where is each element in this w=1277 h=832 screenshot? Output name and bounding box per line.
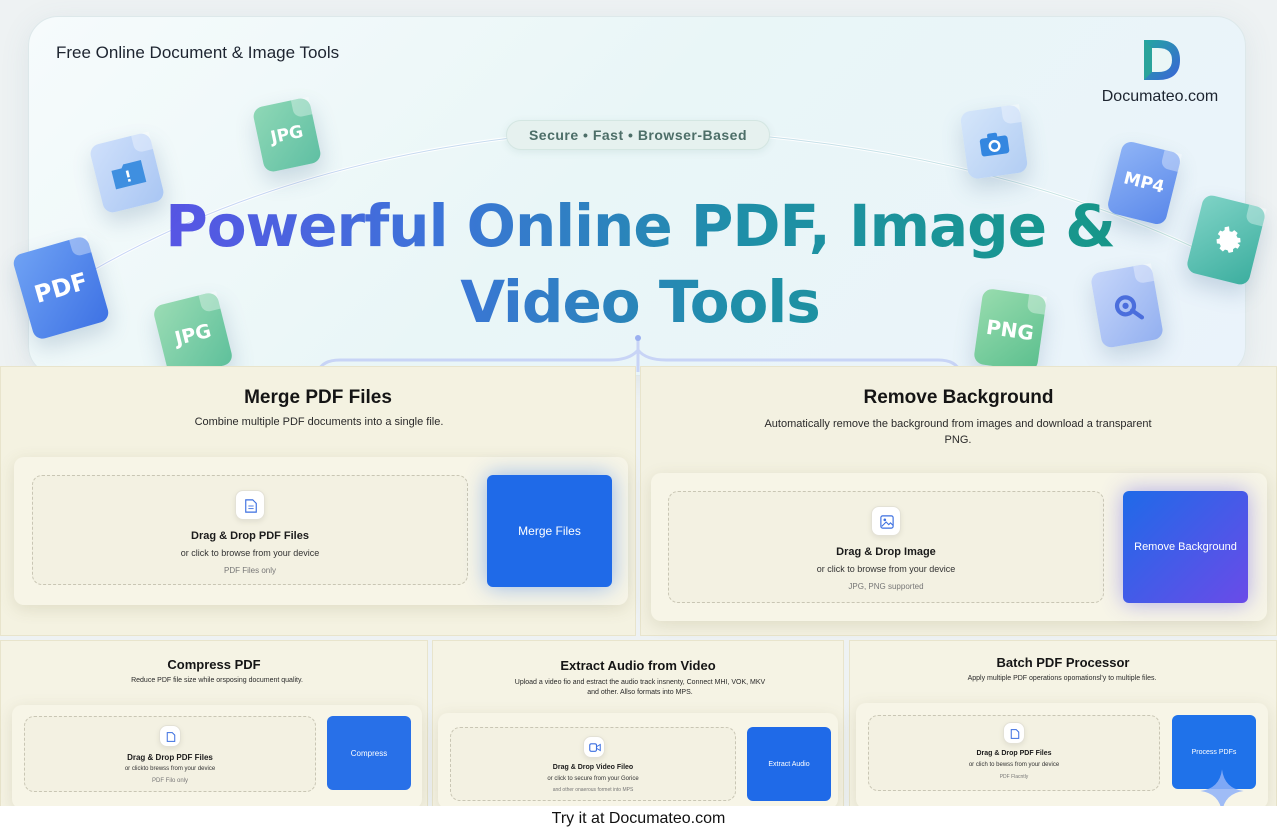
compress-drop-title: Drag & Drop PDF Files <box>127 753 213 762</box>
file-icon <box>166 732 176 742</box>
compress-button[interactable]: Compress <box>327 716 411 790</box>
compress-pdf-card: Compress PDF Reduce PDF file size while … <box>0 640 428 809</box>
extract-audio-button[interactable]: Extract Audio <box>747 727 831 801</box>
video-dropzone[interactable]: Drag & Drop Video Fileo or click to secu… <box>450 727 736 801</box>
compress-pdf-panel: Drag & Drop PDF Files or clickto brewss … <box>12 705 422 809</box>
merge-pdf-panel: Drag & Drop PDF Files or click to browse… <box>14 457 628 605</box>
video-file-icon <box>583 736 605 758</box>
video-camera-icon <box>589 743 601 752</box>
batch-pdf-dropzone[interactable]: Drag & Drop PDF Files or clich to bewss … <box>868 715 1160 791</box>
remove-background-description-line1: Automatically remove the background from… <box>764 418 1152 430</box>
merge-drop-subtitle: or click to browse from your device <box>180 548 320 558</box>
batch-file-icon <box>1003 722 1025 744</box>
compress-drop-note: PDF Filo only <box>151 778 188 784</box>
merge-drop-title: Drag & Drop PDF Files <box>191 530 309 542</box>
batch-drop-note: PDF Flacntly <box>999 774 1029 780</box>
file-icon <box>245 499 257 513</box>
compress-pdf-dropzone[interactable]: Drag & Drop PDF Files or clickto brewss … <box>24 716 316 792</box>
merge-pdf-dropzone[interactable]: Drag & Drop PDF Files or click to browse… <box>32 475 468 585</box>
headline-line-1: Powerful Online PDF, Image & <box>165 192 1115 260</box>
remove-background-description-line2: PNG. <box>944 434 972 446</box>
extract-audio-card: Extract Audio from Video Upload a video … <box>432 640 844 809</box>
brand-logo[interactable]: Documateo.com <box>1100 38 1220 108</box>
picture-icon <box>880 515 894 529</box>
batch-pdf-title: Batch PDF Processor <box>996 655 1130 670</box>
compress-drop-subtitle: or clickto brewss from your device <box>124 766 216 772</box>
gear-icon <box>1216 226 1241 253</box>
extract-audio-description-line2: and other. Allso formats into MPS. <box>587 689 693 696</box>
batch-pdf-panel: Drag & Drop PDF Files or clich to bewss … <box>856 703 1268 813</box>
extract-audio-description-line1: Upload a video fio and estract the audio… <box>514 679 766 686</box>
extract-audio-title: Extract Audio from Video <box>560 658 716 673</box>
extract-audio-description: Upload a video fio and estract the audio… <box>513 678 767 698</box>
video-drop-subtitle: or click to secure from your Gorice <box>547 776 639 782</box>
site-title: Free Online Document & Image Tools <box>56 43 340 62</box>
settings-search-file-icon <box>1089 263 1165 349</box>
compress-file-icon <box>159 725 181 747</box>
merge-files-button[interactable]: Merge Files <box>487 475 612 587</box>
merge-pdf-description: Combine multiple PDF documents into a si… <box>194 416 444 428</box>
camera-file-icon <box>959 104 1029 180</box>
image-drop-title: Drag & Drop Image <box>836 546 936 558</box>
documateo-logo-icon <box>1144 40 1180 80</box>
image-drop-note: JPG, PNG supported <box>848 582 924 591</box>
remove-background-description: Automatically remove the background from… <box>741 416 1175 448</box>
image-dropzone[interactable]: Drag & Drop Image or click to browse fro… <box>668 491 1104 603</box>
camera-icon <box>979 132 1010 157</box>
pdf-document-icon <box>235 490 265 520</box>
video-drop-note: and other onaerous formet into MPS <box>552 787 634 793</box>
image-drop-subtitle: or click to browse from your device <box>816 564 956 574</box>
merge-pdf-title: Merge PDF Files <box>244 387 392 408</box>
video-drop-title: Drag & Drop Video Fileo <box>552 764 634 771</box>
remove-background-card: Remove Background Automatically remove t… <box>640 366 1277 636</box>
extract-audio-panel: Drag & Drop Video Fileo or click to secu… <box>438 713 838 809</box>
batch-pdf-card: Batch PDF Processor Apply multiple PDF o… <box>849 640 1277 813</box>
remove-background-title: Remove Background <box>863 387 1054 408</box>
folder-icon <box>111 159 147 190</box>
gear-search-icon <box>1114 295 1145 320</box>
merge-drop-note: PDF Files only <box>223 566 276 575</box>
merge-pdf-card: Merge PDF Files Combine multiple PDF doc… <box>0 366 636 636</box>
png-file-icon: PNG <box>973 287 1047 373</box>
compress-pdf-title: Compress PDF <box>167 657 261 672</box>
tagline-pill: Secure • Fast • Browser-Based <box>506 120 770 150</box>
batch-drop-title: Drag & Drop PDF Files <box>976 750 1052 757</box>
compress-pdf-description: Reduce PDF file size while orsposing doc… <box>131 677 303 684</box>
batch-drop-subtitle: or clich to bewss from your device <box>968 762 1060 768</box>
footer-cta[interactable]: Try it at Documateo.com <box>0 806 1277 832</box>
remove-background-panel: Drag & Drop Image or click to browse fro… <box>651 473 1267 621</box>
image-upload-icon <box>871 506 901 536</box>
brand-name: Documateo.com <box>1101 88 1219 105</box>
remove-background-button[interactable]: Remove Background <box>1123 491 1248 603</box>
batch-pdf-description: Apply multiple PDF operations opomations… <box>967 675 1157 682</box>
file-icon <box>1010 729 1020 739</box>
